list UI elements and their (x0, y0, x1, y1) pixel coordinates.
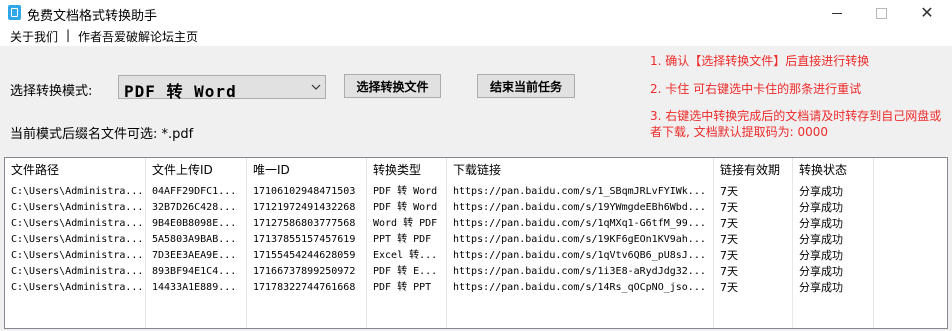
menu-item-author-homepage[interactable]: 作者吾爱破解论坛主页 (78, 28, 198, 45)
cell-download-link: https://pan.baidu.com/s/1qMXq1-G6tfM_99.… (453, 218, 706, 229)
maximize-button[interactable] (858, 0, 904, 26)
table-row[interactable]: C:\Users\Administra... 14433A1E889... 1717… (5, 280, 947, 296)
cell-convert-type: Word 转 PDF (373, 218, 438, 229)
cell-file-path: C:\Users\Administra... (11, 186, 144, 197)
close-icon: ✕ (920, 3, 934, 22)
note-1: 1. 确认【选择转换文件】后直接进行转换 (650, 54, 870, 68)
mode-dropdown[interactable]: PDF 转 Word (118, 75, 326, 101)
cell-upload-id: 7D3EE3AEA9E... (152, 250, 237, 261)
cell-convert-status: 分享成功 (799, 281, 843, 294)
table-header: 文件路径 文件上传ID 唯一ID 转换类型 下载链接 链接有效期 转换状态 (5, 158, 947, 182)
column-header-unique-id[interactable]: 唯一ID (247, 158, 367, 182)
menu-item-about[interactable]: 关于我们 (10, 28, 58, 45)
menu-separator: | (66, 28, 71, 42)
column-header-file-path[interactable]: 文件路径 (5, 158, 146, 182)
cell-unique-id: 17137855157457619 (253, 234, 356, 245)
cell-convert-type: PPT 转 PDF (373, 234, 432, 245)
cell-file-path: C:\Users\Administra... (11, 218, 144, 229)
cell-download-link: https://pan.baidu.com/s/19KF6gEOn1KV9ah.… (453, 234, 706, 245)
table-row[interactable]: C:\Users\Administra... 7D3EE3AEA9E... 1715… (5, 248, 947, 264)
window-title: 免费文档格式转换助手 (27, 9, 158, 24)
cell-download-link: https://pan.baidu.com/s/19YWmgdeEBh6Wbd.… (453, 202, 706, 213)
cell-convert-status: 分享成功 (799, 265, 843, 278)
cell-convert-type: PDF 转 PPT (373, 282, 432, 293)
cell-convert-type: PDF 转 Word (373, 202, 438, 213)
cell-upload-id: 893BF94E1C4... (152, 266, 237, 277)
cell-link-expiry: 7天 (720, 265, 738, 278)
cell-convert-status: 分享成功 (799, 217, 843, 230)
conversion-table[interactable]: 文件路径 文件上传ID 唯一ID 转换类型 下载链接 链接有效期 转换状态 C:… (4, 157, 948, 329)
cell-unique-id: 17127586803777568 (253, 218, 356, 229)
note-2: 2. 卡住 可右键选中卡住的那条进行重试 (650, 82, 862, 96)
cell-upload-id: 32B7D26C428... (152, 202, 237, 213)
cell-download-link: https://pan.baidu.com/s/14Rs_qOCpNO_jso.… (453, 282, 706, 293)
cell-file-path: C:\Users\Administra... (11, 250, 144, 261)
cell-upload-id: 04AFF29DFC1... (152, 186, 237, 197)
close-button[interactable]: ✕ (904, 0, 950, 26)
cell-convert-status: 分享成功 (799, 201, 843, 214)
table-row[interactable]: C:\Users\Administra... 5A5803A9BAB... 1713… (5, 232, 947, 248)
note-3: 3. 右键选中转换完成后的文档请及时转存到自己网盘或者下载, 文档默认提取码为:… (650, 109, 942, 139)
cell-link-expiry: 7天 (720, 249, 738, 262)
title-bar: 免费文档格式转换助手 ✕ (0, 0, 952, 27)
cell-unique-id: 17166737899250972 (253, 266, 356, 277)
cell-download-link: https://pan.baidu.com/s/1_SBqmJRLvFYIWk.… (453, 186, 706, 197)
column-header-convert-status[interactable]: 转换状态 (793, 158, 874, 182)
column-header-download-link[interactable]: 下载链接 (447, 158, 714, 182)
cell-link-expiry: 7天 (720, 233, 738, 246)
table-row[interactable]: C:\Users\Administra... 893BF94E1C4... 1716… (5, 264, 947, 280)
minimize-button[interactable] (814, 0, 860, 26)
table-row[interactable]: C:\Users\Administra... 04AFF29DFC1... 1710… (5, 184, 947, 200)
cell-link-expiry: 7天 (720, 281, 738, 294)
cell-convert-status: 分享成功 (799, 185, 843, 198)
cell-download-link: https://pan.baidu.com/s/1qVtv6QB6_pU8sJ.… (453, 250, 706, 261)
mode-label: 选择转换模式: (10, 84, 93, 99)
column-header-link-expiry[interactable]: 链接有效期 (714, 158, 793, 182)
cell-file-path: C:\Users\Administra... (11, 234, 144, 245)
minimize-icon (832, 12, 842, 14)
table-row[interactable]: C:\Users\Administra... 9B4E0B8098E... 1712… (5, 216, 947, 232)
select-file-button[interactable]: 选择转换文件 (344, 74, 441, 98)
cell-unique-id: 17178322744761668 (253, 282, 356, 293)
cell-convert-type: PDF 转 Word (373, 186, 438, 197)
cell-file-path: C:\Users\Administra... (11, 282, 144, 293)
cell-file-path: C:\Users\Administra... (11, 266, 144, 277)
cell-unique-id: 17155454244628059 (253, 250, 356, 261)
menu-bar: 关于我们 | 作者吾爱破解论坛主页 (0, 26, 952, 46)
cell-convert-status: 分享成功 (799, 249, 843, 262)
column-header-convert-type[interactable]: 转换类型 (367, 158, 447, 182)
end-task-button[interactable]: 结束当前任务 (477, 74, 575, 98)
cell-link-expiry: 7天 (720, 185, 738, 198)
cell-link-expiry: 7天 (720, 201, 738, 214)
cell-download-link: https://pan.baidu.com/s/1i3E8-aRydJdg32.… (453, 266, 706, 277)
cell-convert-status: 分享成功 (799, 233, 843, 246)
suffix-hint: 当前模式后缀名文件可选: *.pdf (10, 127, 194, 142)
document-app-icon (8, 5, 21, 20)
cell-convert-type: Excel 转... (373, 250, 438, 261)
mode-selected-value: PDF 转 Word (124, 82, 237, 101)
cell-upload-id: 14433A1E889... (152, 282, 237, 293)
table-row[interactable]: C:\Users\Administra... 32B7D26C428... 1712… (5, 200, 947, 216)
maximize-icon (875, 7, 887, 19)
cell-unique-id: 17106102948471503 (253, 186, 356, 197)
cell-unique-id: 17121972491432268 (253, 202, 356, 213)
cell-link-expiry: 7天 (720, 217, 738, 230)
chevron-down-icon (311, 84, 321, 90)
cell-upload-id: 9B4E0B8098E... (152, 218, 237, 229)
column-header-upload-id[interactable]: 文件上传ID (146, 158, 247, 182)
cell-upload-id: 5A5803A9BAB... (152, 234, 237, 245)
cell-convert-type: PDF 转 E... (373, 266, 438, 277)
cell-file-path: C:\Users\Administra... (11, 202, 144, 213)
